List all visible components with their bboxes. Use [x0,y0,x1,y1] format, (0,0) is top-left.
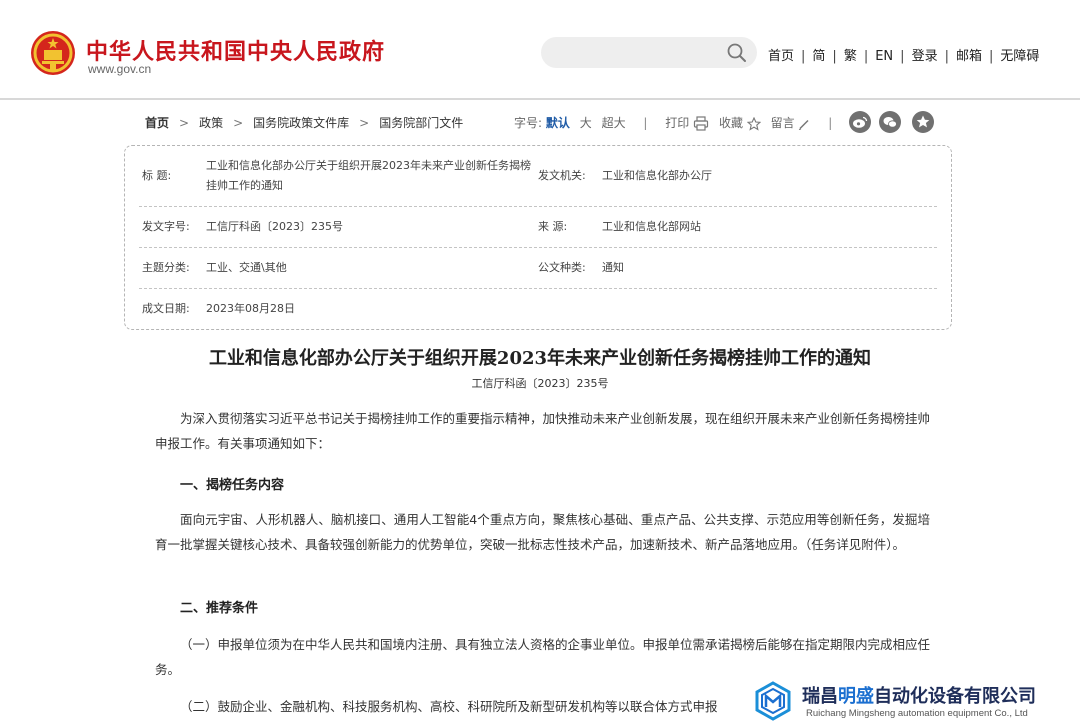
article-tools: 字号: 默认 大 超大 | 打印 收藏 留言 | [514,114,846,131]
company-name-highlight: 明盛 [838,686,874,707]
nav-separator: | [832,49,837,64]
breadcrumb-separator: > [179,116,190,130]
company-english-name: Ruichang Mingsheng automation equipment … [806,708,1028,719]
article-doc-number: 工信厅科函〔2023〕235号 [471,377,609,390]
date-value: 2023年08月28日 [206,302,295,315]
doc-no-label: 发文字号: [142,220,190,233]
nav-mail[interactable]: 邮箱 [956,49,982,64]
document-metadata-box: 标 题: 工业和信息化部办公厅关于组织开展2023年未来产业创新任务揭榜挂帅工作… [124,145,952,330]
nav-separator: | [900,49,905,64]
doc-type-label: 公文种类: [538,261,586,274]
print-label: 打印 [665,116,690,130]
star-icon [746,116,761,131]
title-label: 标 题: [142,169,172,182]
meta-row-date: 成文日期: 2023年08月28日 [139,289,937,329]
doc-no-value: 工信厅科函〔2023〕235号 [206,220,343,233]
breadcrumb-separator: > [359,116,370,130]
favorite-share-icon[interactable] [912,111,934,133]
issuer-value: 工业和信息化部办公厅 [602,169,712,182]
favorite-button[interactable]: 收藏 [718,116,765,131]
print-icon [694,116,709,131]
nav-traditional[interactable]: 繁 [844,49,857,64]
condition-item-1: （一）申报单位须为在中华人民共和国境内注册、具有独立法人资格的企事业单位。申报单… [155,637,931,677]
title-value: 工业和信息化部办公厅关于组织开展2023年未来产业创新任务揭榜挂帅工作的通知 [206,159,531,192]
meta-row-topic: 主题分类: 工业、交通\其他 公文种类: 通知 [139,248,937,289]
search-input[interactable] [541,37,757,68]
article-intro: 为深入贯彻落实习近平总书记关于揭榜挂帅工作的重要指示精神，加快推动未来产业创新发… [155,411,931,451]
company-name: 瑞昌明盛自动化设备有限公司 [802,682,1036,708]
tools-divider: | [643,116,648,130]
breadcrumb-policy[interactable]: 政策 [199,116,223,130]
source-value: 工业和信息化部网站 [602,220,701,233]
meta-row-title: 标 题: 工业和信息化部办公厅关于组织开展2023年未来产业创新任务揭榜挂帅工作… [139,146,937,207]
topic-label: 主题分类: [142,261,190,274]
pencil-icon [799,119,809,130]
section-tasks-text: 面向元宇宙、人形机器人、脑机接口、通用人工智能4个重点方向，聚焦核心基础、重点产… [155,512,930,552]
font-size-large[interactable]: 大 [580,116,592,130]
section-heading-conditions: 二、推荐条件 [180,601,259,616]
company-name-part2: 自动化设备有限公司 [874,686,1036,707]
print-button[interactable]: 打印 [665,116,713,131]
font-size-xlarge[interactable]: 超大 [602,116,626,130]
search-icon[interactable] [726,42,748,64]
nav-separator: | [944,49,949,64]
company-name-part1: 瑞昌 [802,686,838,707]
nav-simplified[interactable]: 简 [812,49,825,64]
comment-button[interactable]: 留言 [771,116,815,130]
breadcrumb-department-files[interactable]: 国务院部门文件 [379,116,463,130]
font-size-label: 字号: [514,116,543,130]
nav-accessibility[interactable]: 无障碍 [1000,49,1039,64]
doc-type-value: 通知 [602,261,624,274]
nav-home[interactable]: 首页 [768,49,794,64]
nav-english[interactable]: EN [875,49,893,64]
breadcrumb-policy-library[interactable]: 国务院政策文件库 [253,116,349,130]
issuer-label: 发文机关: [538,169,586,182]
comment-label: 留言 [770,116,795,130]
source-label: 来 源: [538,220,568,233]
nav-separator: | [863,49,869,64]
site-header: 中华人民共和国中央人民政府 www.gov.cn 首页 | 简 | 繁 | EN | 登录 | 邮箱… [0,0,1080,100]
breadcrumb-home[interactable]: 首页 [145,116,169,130]
company-logo-icon [755,681,791,721]
font-size-default[interactable]: 默认 [546,116,570,130]
meta-row-docno: 发文字号: 工信厅科函〔2023〕235号 来 源: 工业和信息化部网站 [139,207,937,248]
tools-divider: | [828,116,833,130]
site-url[interactable]: www.gov.cn [88,62,151,76]
breadcrumb-separator: > [233,116,244,130]
favorite-label: 收藏 [718,116,743,130]
nav-separator: | [801,49,806,64]
weibo-share-icon[interactable] [849,111,871,133]
wechat-share-icon[interactable] [879,111,901,133]
top-nav: 首页 | 简 | 繁 | EN | 登录 | 邮箱 | 无障碍 [768,45,1039,64]
breadcrumb: 首页 > 政策 > 国务院政策文件库 > 国务院部门文件 [145,114,463,131]
national-emblem-icon[interactable] [30,30,76,76]
nav-login[interactable]: 登录 [912,49,938,64]
article-title: 工业和信息化部办公厅关于组织开展2023年未来产业创新任务揭榜挂帅工作的通知 [208,348,872,369]
topic-value: 工业、交通\其他 [206,261,287,274]
date-label: 成文日期: [142,302,190,315]
nav-separator: | [988,49,994,64]
section-heading-tasks: 一、揭榜任务内容 [180,478,285,493]
condition-item-2: （二）鼓励企业、金融机构、科技服务机构、高校、科研院所及新型研发机构等以联合体方… [180,699,718,714]
